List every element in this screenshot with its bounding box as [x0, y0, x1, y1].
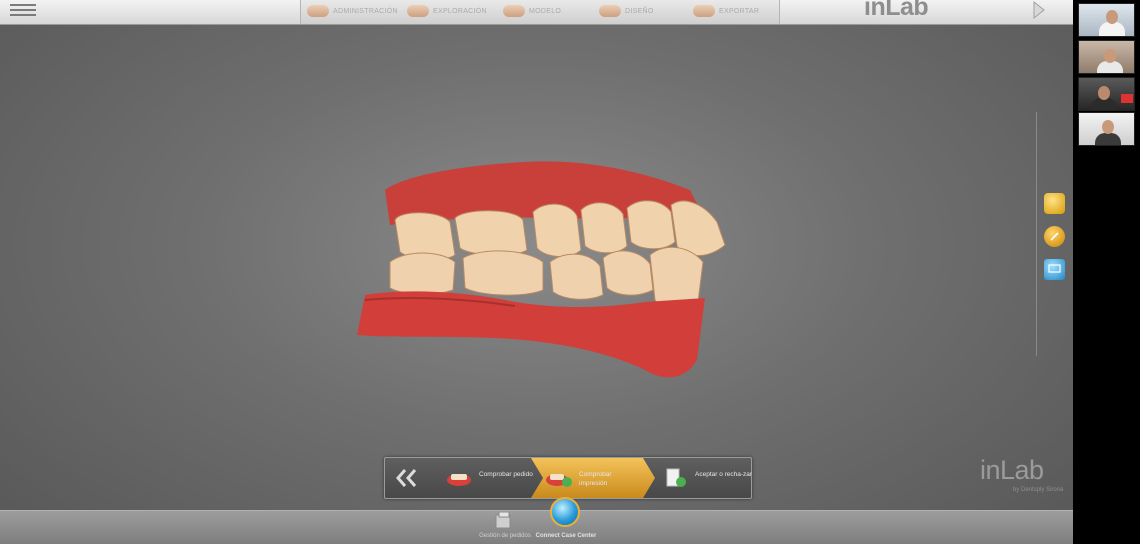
bottom-bar: Gestión de pedidos Connect Case Center [0, 497, 1073, 544]
phase-label: EXPORTAR [719, 7, 760, 15]
model-icon [503, 5, 525, 17]
phase-label: DISEÑO [625, 7, 654, 15]
toolbar-separator [1036, 112, 1037, 356]
screen-icon[interactable] [1044, 259, 1065, 280]
inlab-window: ADMINISTRACIÓN EXPLORACIÓN MODELO DISEÑO… [0, 0, 1073, 544]
connect-case-center-button[interactable]: Connect Case Center [528, 497, 604, 544]
phase-administracion[interactable]: ADMINISTRACIÓN [307, 0, 398, 22]
phase-label: EXPLORACIÓN [433, 7, 487, 15]
menu-icon[interactable] [10, 1, 36, 19]
phase-exportar[interactable]: EXPORTAR [693, 0, 759, 22]
brand-logo: inLab [864, 0, 929, 21]
video-call-panel [1073, 0, 1140, 544]
accept-document-icon [666, 468, 686, 487]
impression-check-icon [546, 474, 572, 487]
scan-icon [407, 5, 429, 17]
phase-diseno[interactable]: DISEÑO [599, 0, 654, 22]
phase-next-arrow-icon[interactable] [1030, 0, 1050, 20]
globe-icon [550, 497, 580, 527]
step-label: Comprobar impresión [579, 471, 612, 487]
participant-video[interactable] [1078, 77, 1135, 111]
denture-order-icon [447, 474, 471, 486]
wand-icon[interactable] [1044, 226, 1065, 247]
export-icon [693, 5, 715, 17]
phase-exploracion[interactable]: EXPLORACIÓN [407, 0, 487, 22]
dental-model-3d[interactable] [345, 150, 745, 390]
bottom-item-label: Connect Case Center [535, 533, 597, 539]
phase-label: ADMINISTRACIÓN [333, 7, 398, 15]
participant-video[interactable] [1078, 112, 1135, 146]
phase-modelo[interactable]: MODELO [503, 0, 561, 22]
design-icon [599, 5, 621, 17]
administration-icon [307, 5, 329, 17]
step-comprobar-pedido[interactable]: Comprobar pedido [431, 458, 535, 498]
step-label: Aceptar o recha-zar [695, 471, 753, 478]
participant-video[interactable] [1078, 40, 1135, 74]
back-double-chevron-icon[interactable] [389, 462, 425, 494]
watermark-subtitle: by Dentsply Sirona [1013, 487, 1064, 493]
phase-bar: ADMINISTRACIÓN EXPLORACIÓN MODELO DISEÑO… [0, 0, 1073, 25]
phase-label: MODELO [529, 7, 562, 15]
watermark-logo: inLab [980, 455, 1044, 485]
order-management-icon [495, 512, 511, 529]
shield-icon[interactable] [1044, 193, 1065, 214]
participant-video[interactable] [1078, 3, 1135, 37]
step-bar: Comprobar pedido Comprobar impresión Ace… [384, 457, 752, 499]
phase-strip: ADMINISTRACIÓN EXPLORACIÓN MODELO DISEÑO… [300, 0, 780, 24]
step-comprobar-impresion[interactable]: Comprobar impresión [531, 458, 649, 498]
step-aceptar-o-rechazar[interactable]: Aceptar o recha-zar [647, 458, 752, 498]
